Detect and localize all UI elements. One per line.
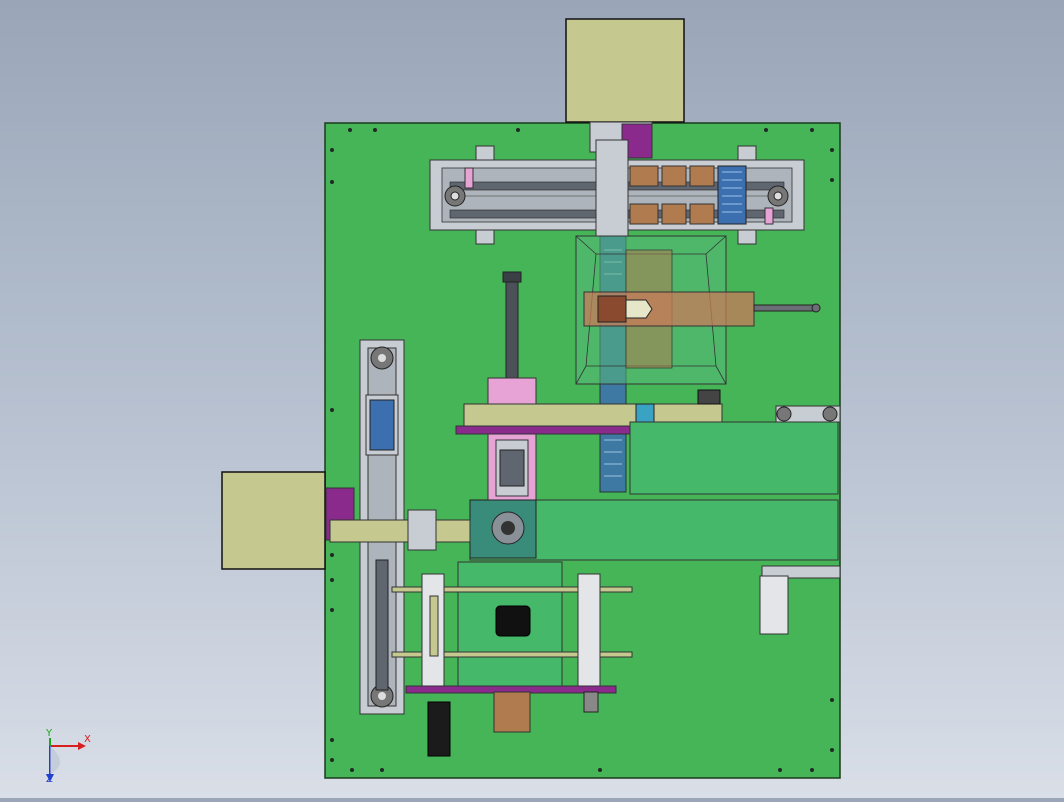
triad-z-label: Z: [46, 774, 53, 785]
pink-slide-block[interactable]: [487, 377, 537, 501]
triad-y-label: Y: [46, 728, 53, 739]
cad-viewport[interactable]: X Y Z: [0, 0, 1064, 798]
bottom-brown-block[interactable]: [493, 691, 531, 733]
vertical-cylinder[interactable]: [502, 271, 522, 387]
cad-model-view[interactable]: [0, 0, 1064, 798]
triad-x-label: X: [84, 734, 91, 745]
coordinate-triad: X Y Z: [40, 728, 100, 785]
top-motor-box[interactable]: [565, 18, 685, 123]
left-motor-box[interactable]: [221, 471, 326, 570]
